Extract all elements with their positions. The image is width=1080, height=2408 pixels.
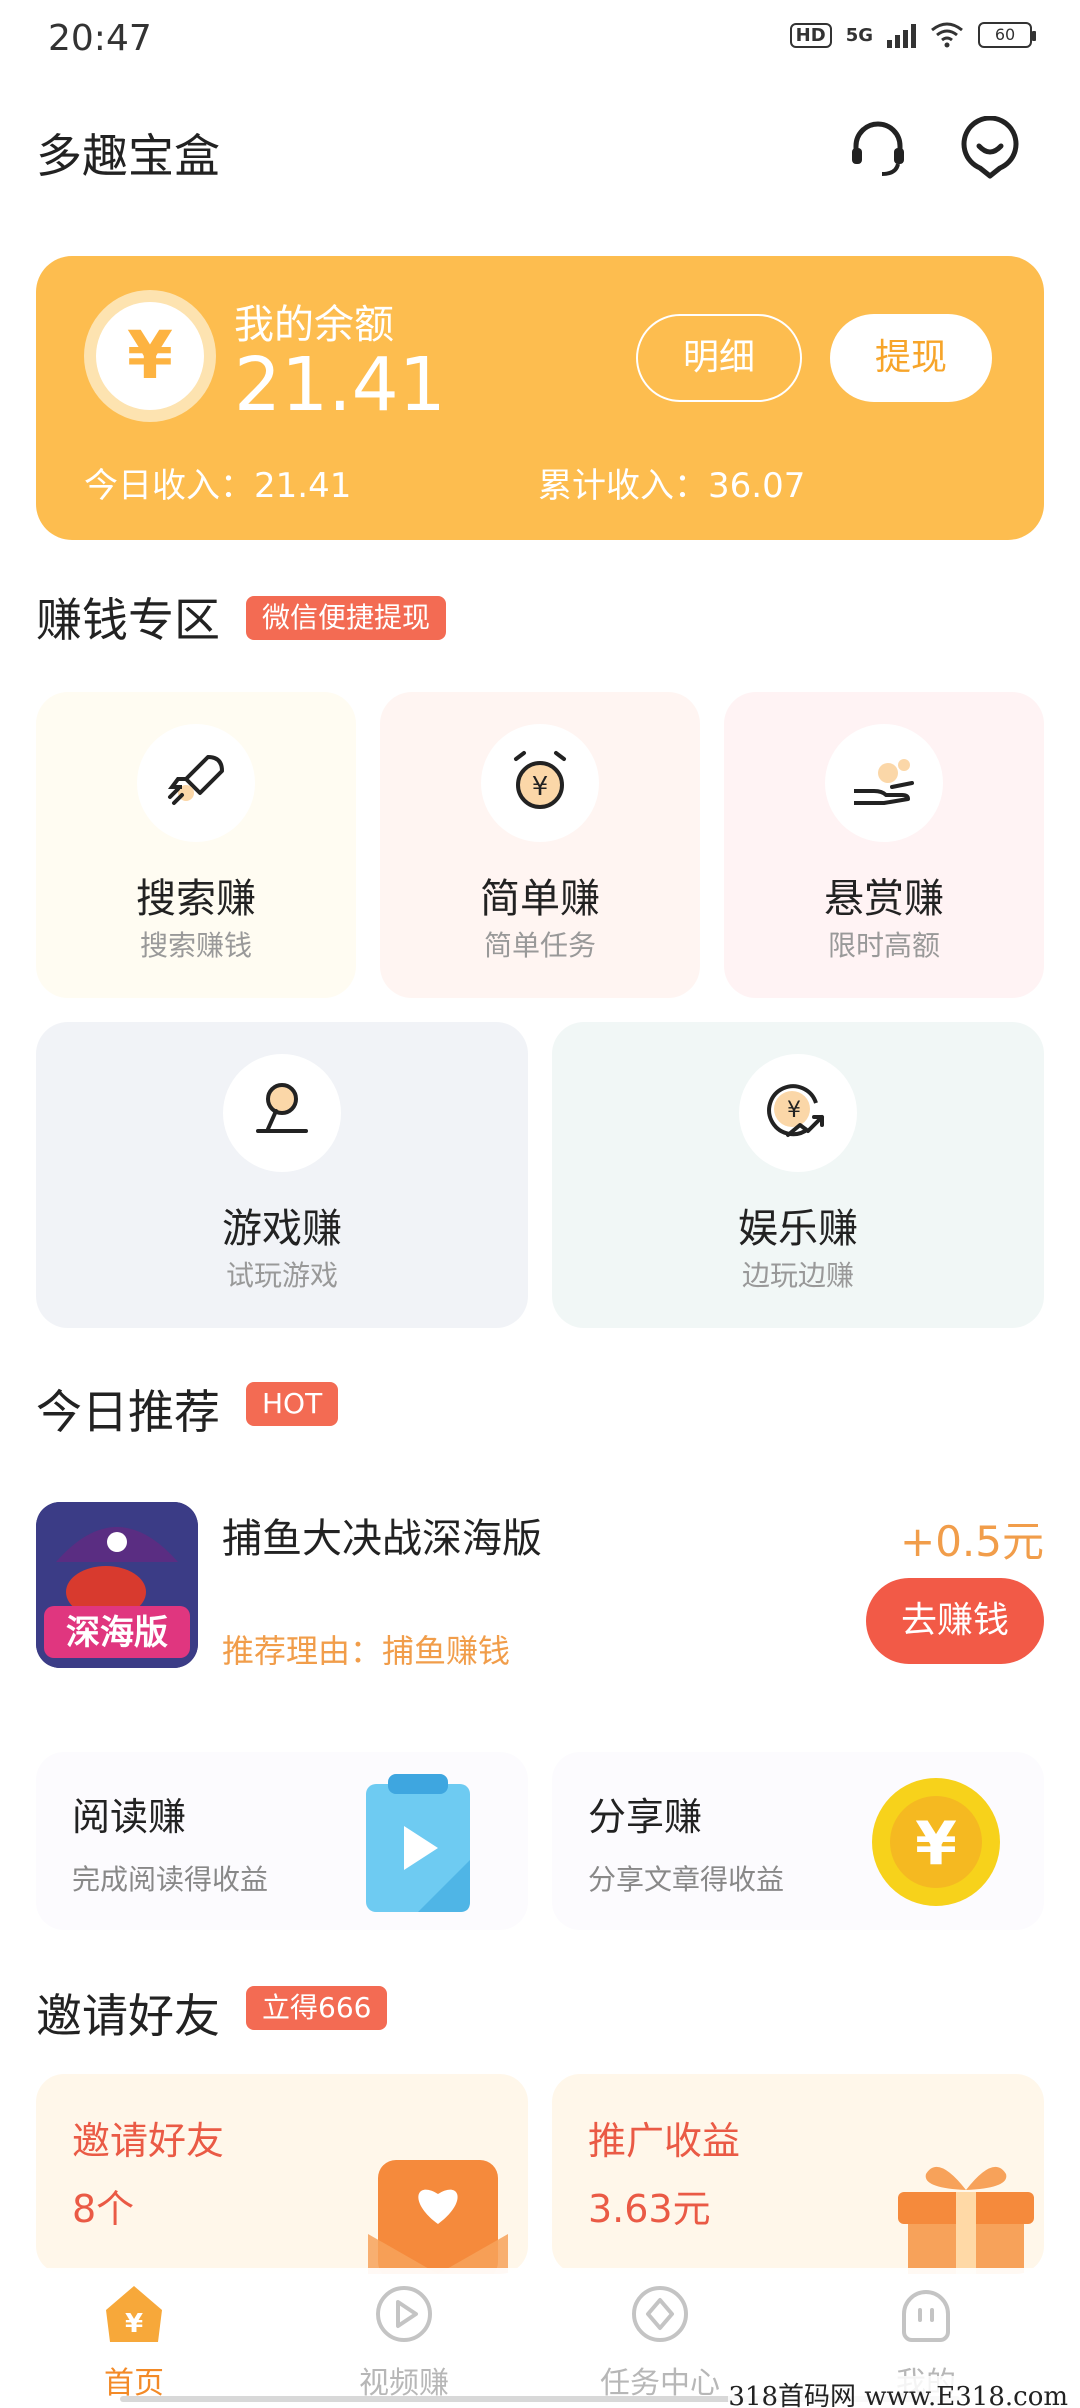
game-reward: +0.5元 (900, 1517, 1044, 1566)
mini-card-title: 分享赚 (588, 1795, 703, 1839)
invite-friends-card[interactable]: 邀请好友 8个 (36, 2074, 528, 2274)
recommend-section-title: 今日推荐 (36, 1385, 220, 1439)
tile-sub: 简单任务 (483, 929, 596, 962)
gift-icon (898, 2166, 1034, 2274)
tile-name: 搜索赚 (136, 876, 256, 922)
rocket-icon (137, 724, 255, 842)
go-earn-button[interactable]: 去赚钱 (866, 1578, 1044, 1664)
heart-envelope-icon (368, 2160, 508, 2274)
tile-name: 简单赚 (480, 876, 600, 922)
invite-card-title: 邀请好友 (72, 2119, 225, 2163)
tile-sub: 试玩游戏 (225, 1259, 338, 1292)
game-reason: 推荐理由：捕鱼赚钱 (222, 1632, 511, 1670)
share-earn-card[interactable]: 分享赚 分享文章得收益 ¥ (552, 1752, 1044, 1930)
profile-icon (902, 2290, 950, 2342)
mini-card-sub: 分享文章得收益 (588, 1863, 785, 1896)
mini-card-sub: 完成阅读得收益 (72, 1863, 269, 1896)
read-earn-card[interactable]: 阅读赚 完成阅读得收益 (36, 1752, 528, 1930)
nav-home[interactable]: ¥ 首页 (34, 2282, 234, 2402)
app-title: 多趣宝盒 (36, 129, 220, 183)
promo-income-card[interactable]: 推广收益 3.63元 (552, 2074, 1044, 2274)
network-label: 5G (845, 24, 873, 46)
tile-sub: 搜索赚钱 (139, 929, 252, 962)
message-icon[interactable] (958, 116, 1022, 180)
home-coin-icon: ¥ (106, 2286, 162, 2342)
tile-name: 娱乐赚 (738, 1206, 858, 1252)
gold-coin-icon: ¥ (872, 1778, 1000, 1906)
wifi-icon (931, 22, 963, 48)
yuan-coin-icon: ¥ (84, 290, 216, 422)
nav-video[interactable]: 视频赚 (304, 2282, 504, 2402)
svg-text:¥: ¥ (125, 2309, 143, 2339)
alarm-coin-icon: ¥ (481, 724, 599, 842)
earn-section-tag: 微信便捷提现 (246, 596, 447, 640)
coin-trend-icon: ¥ (739, 1054, 857, 1172)
svg-text:¥: ¥ (787, 1098, 801, 1123)
tile-name: 游戏赚 (222, 1206, 342, 1252)
withdraw-button[interactable]: 提现 (830, 314, 992, 402)
invite-section-title: 邀请好友 (36, 1989, 220, 2043)
invite-card-title: 推广收益 (588, 2119, 741, 2163)
tile-game-earn[interactable]: 游戏赚 试玩游戏 (36, 1022, 528, 1328)
status-bar: 20:47 HD 5G 60 (0, 0, 1080, 80)
clipboard-play-icon (366, 1774, 470, 1912)
battery-icon: 60 (978, 22, 1036, 48)
hd-icon: HD (789, 22, 832, 48)
tile-sub: 限时高额 (827, 929, 940, 962)
total-income: 累计收入：36.07 (538, 466, 806, 506)
invite-card-value: 8个 (72, 2187, 135, 2231)
signal-icon (887, 22, 916, 48)
earn-section-title: 赚钱专区 (36, 593, 220, 647)
hot-tag: HOT (246, 1382, 339, 1426)
joystick-icon (223, 1054, 341, 1172)
tile-simple-earn[interactable]: ¥ 简单赚 简单任务 (380, 692, 700, 998)
invite-section-tag: 立得666 (246, 1986, 388, 2030)
pirate-game-icon: 深海版 (36, 1502, 198, 1668)
tile-sub: 边玩边赚 (741, 1259, 854, 1292)
svg-text:¥: ¥ (532, 772, 549, 802)
hand-coins-icon (825, 724, 943, 842)
task-icon (632, 2286, 688, 2342)
svg-text:¥: ¥ (915, 1809, 957, 1879)
tile-fun-earn[interactable]: ¥ 娱乐赚 边玩边赚 (552, 1022, 1044, 1328)
play-icon (376, 2286, 432, 2342)
mini-card-title: 阅读赚 (72, 1795, 187, 1839)
status-icons: HD 5G 60 (789, 22, 1036, 48)
game-thumbnail[interactable]: 深海版 (36, 1502, 198, 1668)
tile-search-earn[interactable]: 搜索赚 搜索赚钱 (36, 692, 356, 998)
game-name: 捕鱼大决战深海版 (222, 1516, 542, 1562)
today-income: 今日收入：21.41 (84, 466, 352, 506)
headset-icon[interactable] (846, 116, 910, 180)
svg-text:深海版: 深海版 (66, 1613, 168, 1653)
detail-button[interactable]: 明细 (636, 314, 802, 402)
invite-card-value: 3.63元 (588, 2187, 711, 2231)
tile-name: 悬赏赚 (824, 876, 944, 922)
tile-reward-earn[interactable]: 悬赏赚 限时高额 (724, 692, 1044, 998)
status-time: 20:47 (48, 18, 152, 59)
balance-card: ¥ 我的余额 21.41 明细 提现 今日收入：21.41 累计收入：36.07 (36, 256, 1044, 540)
watermark: 318首码网 www.E318.com (728, 2376, 1068, 2408)
balance-value: 21.41 (234, 342, 446, 428)
